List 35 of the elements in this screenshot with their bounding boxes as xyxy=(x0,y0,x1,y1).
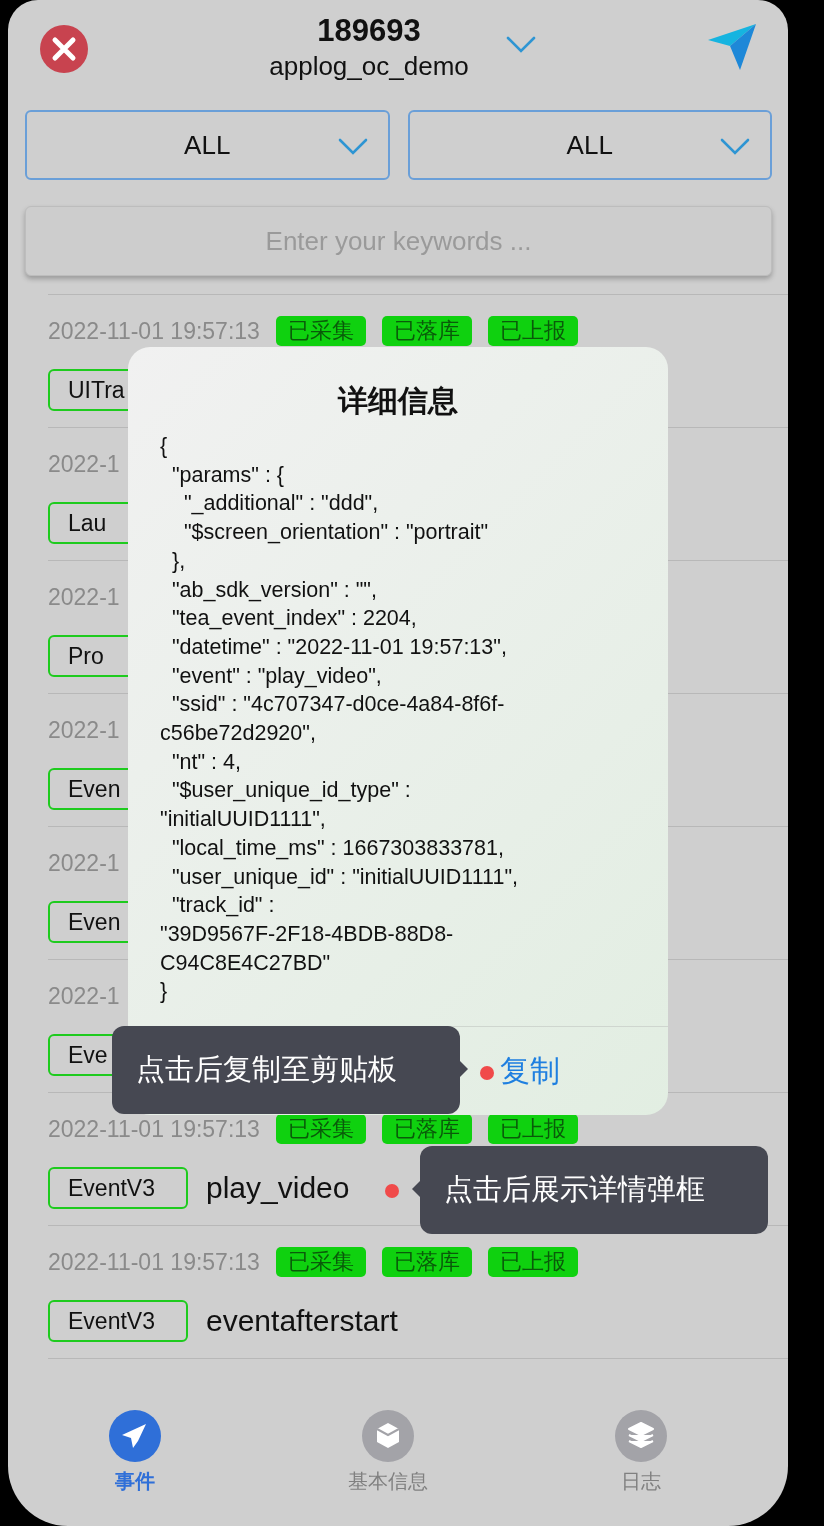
status-tag: 已落库 xyxy=(381,1114,472,1144)
close-icon[interactable] xyxy=(39,24,89,74)
cube-icon xyxy=(362,1410,414,1462)
event-time: 2022-11-01 19:57:13 xyxy=(48,317,260,345)
event-time: 2022-1 xyxy=(48,583,120,611)
status-tag: 已采集 xyxy=(275,1114,366,1144)
filter-dropdown[interactable]: ALL xyxy=(25,110,390,180)
status-tag: 已采集 xyxy=(275,1247,366,1277)
layers-icon xyxy=(615,1410,668,1462)
status-tag: 已落库 xyxy=(381,1247,472,1277)
dialog-title: 详细信息 xyxy=(336,383,459,419)
chevron-down-icon xyxy=(506,36,536,54)
chevron-down-icon xyxy=(720,138,750,156)
event-type-tag: EventV3 xyxy=(48,1300,188,1342)
paper-plane-icon xyxy=(108,1410,161,1462)
filter-dropdown[interactable]: ALL xyxy=(407,110,772,180)
status-tag: 已上报 xyxy=(487,1247,578,1277)
status-tag: 已上报 xyxy=(487,316,578,346)
event-name[interactable]: play_video xyxy=(206,1171,350,1205)
event-time: 2022-1 xyxy=(48,450,120,478)
event-time: 2022-1 xyxy=(48,716,120,744)
app-name: applog_oc_demo xyxy=(269,50,469,82)
status-tag: 已上报 xyxy=(487,1114,578,1144)
event-time: 2022-11-01 19:57:13 xyxy=(48,1248,260,1276)
event-time: 2022-1 xyxy=(48,849,120,877)
tooltip: 点击后复制至剪贴板 xyxy=(112,1026,476,1114)
chevron-down-icon xyxy=(337,138,368,156)
status-tag: 已落库 xyxy=(381,316,472,346)
status-tag: 已采集 xyxy=(275,316,366,346)
event-time: 2022-1 xyxy=(48,982,120,1010)
event-name[interactable]: eventafterstart xyxy=(206,1304,398,1338)
app-id: 189693 xyxy=(317,12,421,50)
event-type-tag: EventV3 xyxy=(48,1167,188,1209)
tooltip: 点击后展示详情弹框 xyxy=(404,1146,768,1234)
event-time: 2022-11-01 19:57:13 xyxy=(48,1115,260,1143)
